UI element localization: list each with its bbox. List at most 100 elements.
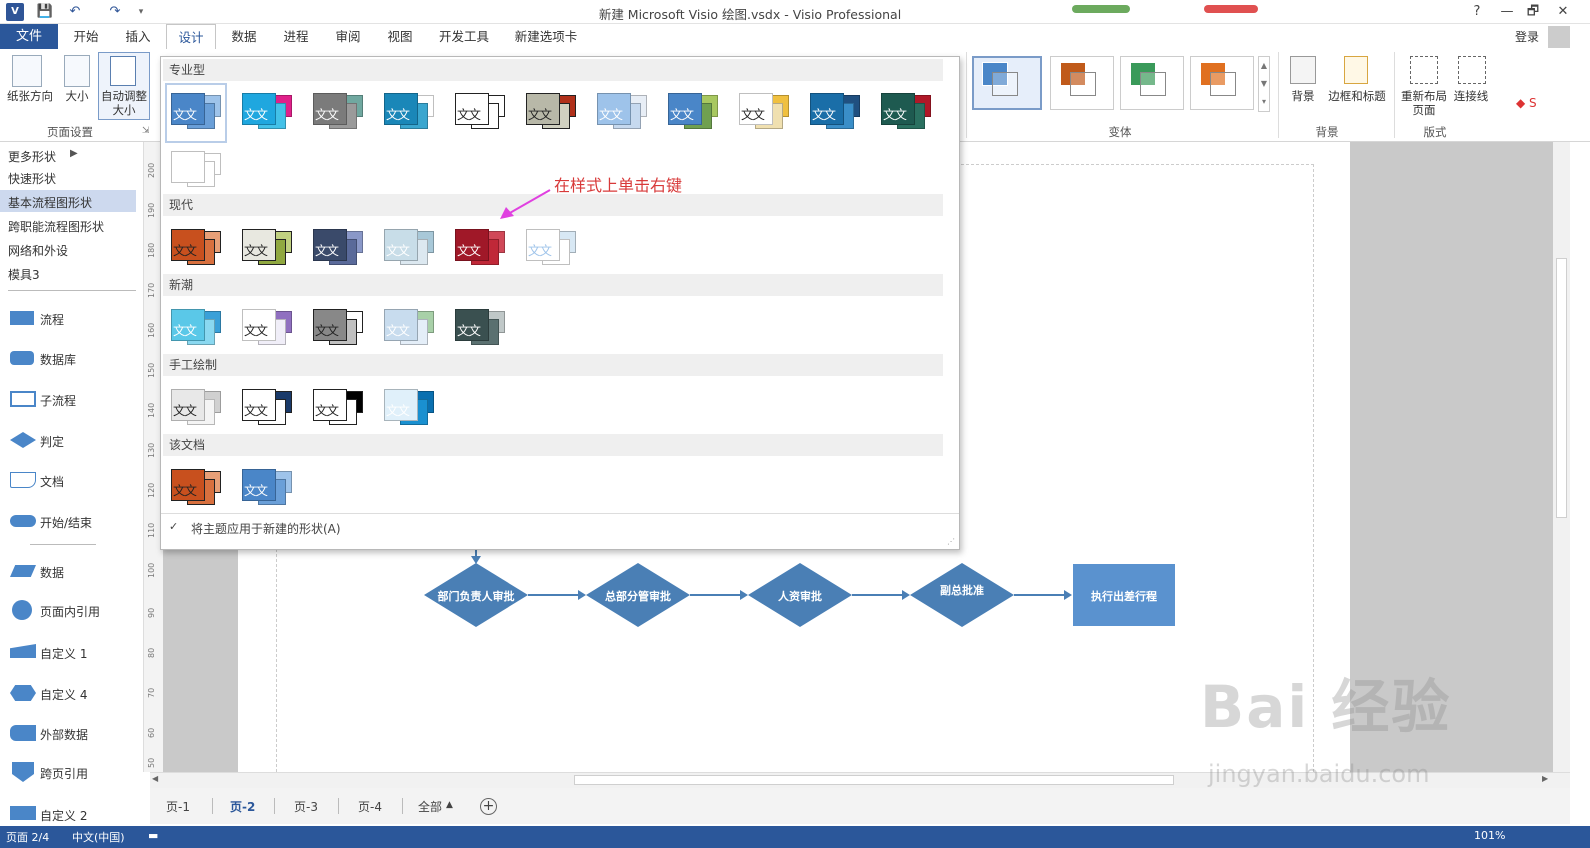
page-tab-2[interactable]: 页-2: [230, 798, 255, 815]
flow-label-3: 人资审批: [778, 590, 822, 603]
theme-thumbnail[interactable]: 文文: [169, 87, 225, 139]
theme-thumbnail[interactable]: 文文: [382, 87, 438, 139]
add-page-button[interactable]: +: [480, 798, 497, 815]
borders-titles-button[interactable]: 边框和标题: [1326, 89, 1388, 103]
help-button[interactable]: ?: [1466, 2, 1488, 22]
theme-thumbnail[interactable]: 文文: [311, 303, 367, 355]
theme-thumbnail[interactable]: 文文: [240, 383, 296, 435]
tab-home[interactable]: 开始: [64, 24, 108, 49]
theme-thumbnail[interactable]: 文文: [382, 223, 438, 275]
theme-thumbnail[interactable]: 文文: [169, 383, 225, 435]
basic-flowchart-stencil[interactable]: 基本流程图形状: [8, 194, 92, 211]
theme-thumbnail[interactable]: 文文: [737, 87, 793, 139]
status-page[interactable]: 页面 2/4: [6, 829, 49, 845]
page-tab-1[interactable]: 页-1: [166, 798, 190, 815]
dialog-launcher-icon[interactable]: ⇲: [142, 126, 150, 136]
size-button[interactable]: 大小: [60, 89, 94, 103]
quick-shapes-item[interactable]: 快速形状: [8, 170, 56, 187]
customize-toolbar-icon[interactable]: ▾: [132, 3, 150, 21]
theme-thumbnail[interactable]: 文文: [240, 303, 296, 355]
restore-button[interactable]: 🗗: [1522, 2, 1544, 22]
theme-thumbnail-text: 文文: [244, 243, 268, 258]
theme-thumbnail[interactable]: 文文: [453, 87, 509, 139]
theme-thumbnail-text: 文文: [528, 243, 552, 258]
all-pages-tab[interactable]: 全部: [418, 798, 442, 815]
ruler-tick: 110: [147, 522, 156, 538]
orientation-icon[interactable]: [12, 55, 42, 87]
minimize-button[interactable]: —: [1496, 2, 1518, 22]
page-tab-3[interactable]: 页-3: [294, 798, 318, 815]
theme-thumbnail[interactable]: 文文: [169, 223, 225, 275]
scroll-right-icon[interactable]: ▶: [1542, 774, 1548, 783]
size-icon[interactable]: [64, 55, 90, 87]
theme-thumbnail[interactable]: 文文: [240, 223, 296, 275]
theme-thumbnail[interactable]: 文文: [524, 87, 580, 139]
addin-icons[interactable]: ◆ S: [1516, 96, 1576, 112]
external-data-icon: [10, 725, 36, 741]
tab-design[interactable]: 设计: [166, 24, 216, 49]
ruler-tick: 190: [147, 202, 156, 218]
tab-review[interactable]: 审阅: [326, 24, 370, 49]
theme-thumbnail[interactable]: [169, 145, 225, 197]
variant-4-swatch: [1200, 62, 1236, 96]
network-stencil[interactable]: 网络和外设: [8, 242, 68, 259]
theme-thumbnail[interactable]: 文文: [311, 383, 367, 435]
theme-thumbnail[interactable]: 文文: [453, 303, 509, 355]
redo-icon[interactable]: ↷: [106, 3, 124, 21]
theme-thumbnail[interactable]: 文文: [169, 463, 225, 515]
variant-gallery-scroll[interactable]: ▲ ▼ ▾: [1258, 56, 1270, 112]
tab-file[interactable]: 文件: [0, 24, 58, 49]
resize-grip-icon[interactable]: ⋰: [947, 537, 955, 546]
theme-thumbnail[interactable]: 文文: [879, 87, 935, 139]
connector-line: [852, 594, 904, 596]
theme-thumbnail[interactable]: 文文: [311, 223, 367, 275]
close-button[interactable]: ✕: [1552, 2, 1574, 22]
theme-thumbnail[interactable]: 文文: [524, 223, 580, 275]
annotation-arrow-icon: [500, 189, 551, 219]
theme-thumbnail[interactable]: 文文: [240, 87, 296, 139]
login-link[interactable]: 登录: [1515, 28, 1539, 45]
apply-theme-new-shapes-option[interactable]: 将主题应用于新建的形状(A): [191, 520, 341, 537]
status-zoom[interactable]: 101%: [1474, 829, 1505, 842]
tab-insert[interactable]: 插入: [116, 24, 160, 49]
arrow-head-icon: [578, 590, 586, 600]
theme-thumbnail-text: 文文: [173, 323, 197, 338]
save-icon[interactable]: 💾: [36, 3, 54, 21]
theme-thumbnail[interactable]: 文文: [311, 87, 367, 139]
theme-thumbnail[interactable]: 文文: [808, 87, 864, 139]
more-shapes-item[interactable]: 更多形状: [8, 148, 56, 165]
theme-gallery-dropdown: 专业型 现代 新潮 手工绘制 该文档 文文 文文 文文 文文 文文 文文 文文 文文 文文 文文文…: [160, 56, 960, 550]
theme-thumbnail[interactable]: 文文: [666, 87, 722, 139]
background-icon[interactable]: [1290, 56, 1316, 84]
status-language[interactable]: 中文(中国): [72, 829, 125, 845]
tab-view[interactable]: 视图: [378, 24, 422, 49]
stencil3-item[interactable]: 模具3: [8, 266, 40, 283]
theme-thumbnail[interactable]: 文文: [382, 383, 438, 435]
relayout-icon[interactable]: [1410, 56, 1438, 84]
orientation-button[interactable]: 纸张方向: [2, 89, 58, 103]
connector-icon[interactable]: [1458, 56, 1486, 84]
theme-thumbnail-text: 文文: [741, 107, 765, 122]
theme-thumbnail-text: 文文: [812, 107, 836, 122]
undo-icon[interactable]: ↶: [66, 3, 84, 21]
theme-thumbnail[interactable]: 文文: [595, 87, 651, 139]
horizontal-scroll-thumb[interactable]: [574, 775, 1174, 785]
tab-data[interactable]: 数据: [222, 24, 266, 49]
theme-thumbnail[interactable]: 文文: [382, 303, 438, 355]
macro-icon[interactable]: ▬: [148, 829, 158, 842]
scroll-left-icon[interactable]: ◀: [152, 774, 158, 783]
theme-thumbnail[interactable]: 文文: [240, 463, 296, 515]
connectors-button[interactable]: 连接线: [1450, 89, 1492, 103]
page-tab-4[interactable]: 页-4: [358, 798, 382, 815]
tab-process[interactable]: 进程: [274, 24, 318, 49]
tab-new[interactable]: 新建选项卡: [506, 24, 586, 49]
borders-icon[interactable]: [1344, 56, 1368, 84]
cross-functional-stencil[interactable]: 跨职能流程图形状: [8, 218, 104, 235]
theme-thumbnail[interactable]: 文文: [453, 223, 509, 275]
user-avatar[interactable]: [1548, 26, 1570, 48]
relayout-button[interactable]: 重新布局页面: [1398, 89, 1450, 117]
tab-developer[interactable]: 开发工具: [432, 24, 496, 49]
background-button[interactable]: 背景: [1284, 89, 1322, 103]
vertical-scroll-thumb[interactable]: [1556, 258, 1567, 518]
theme-thumbnail[interactable]: 文文: [169, 303, 225, 355]
